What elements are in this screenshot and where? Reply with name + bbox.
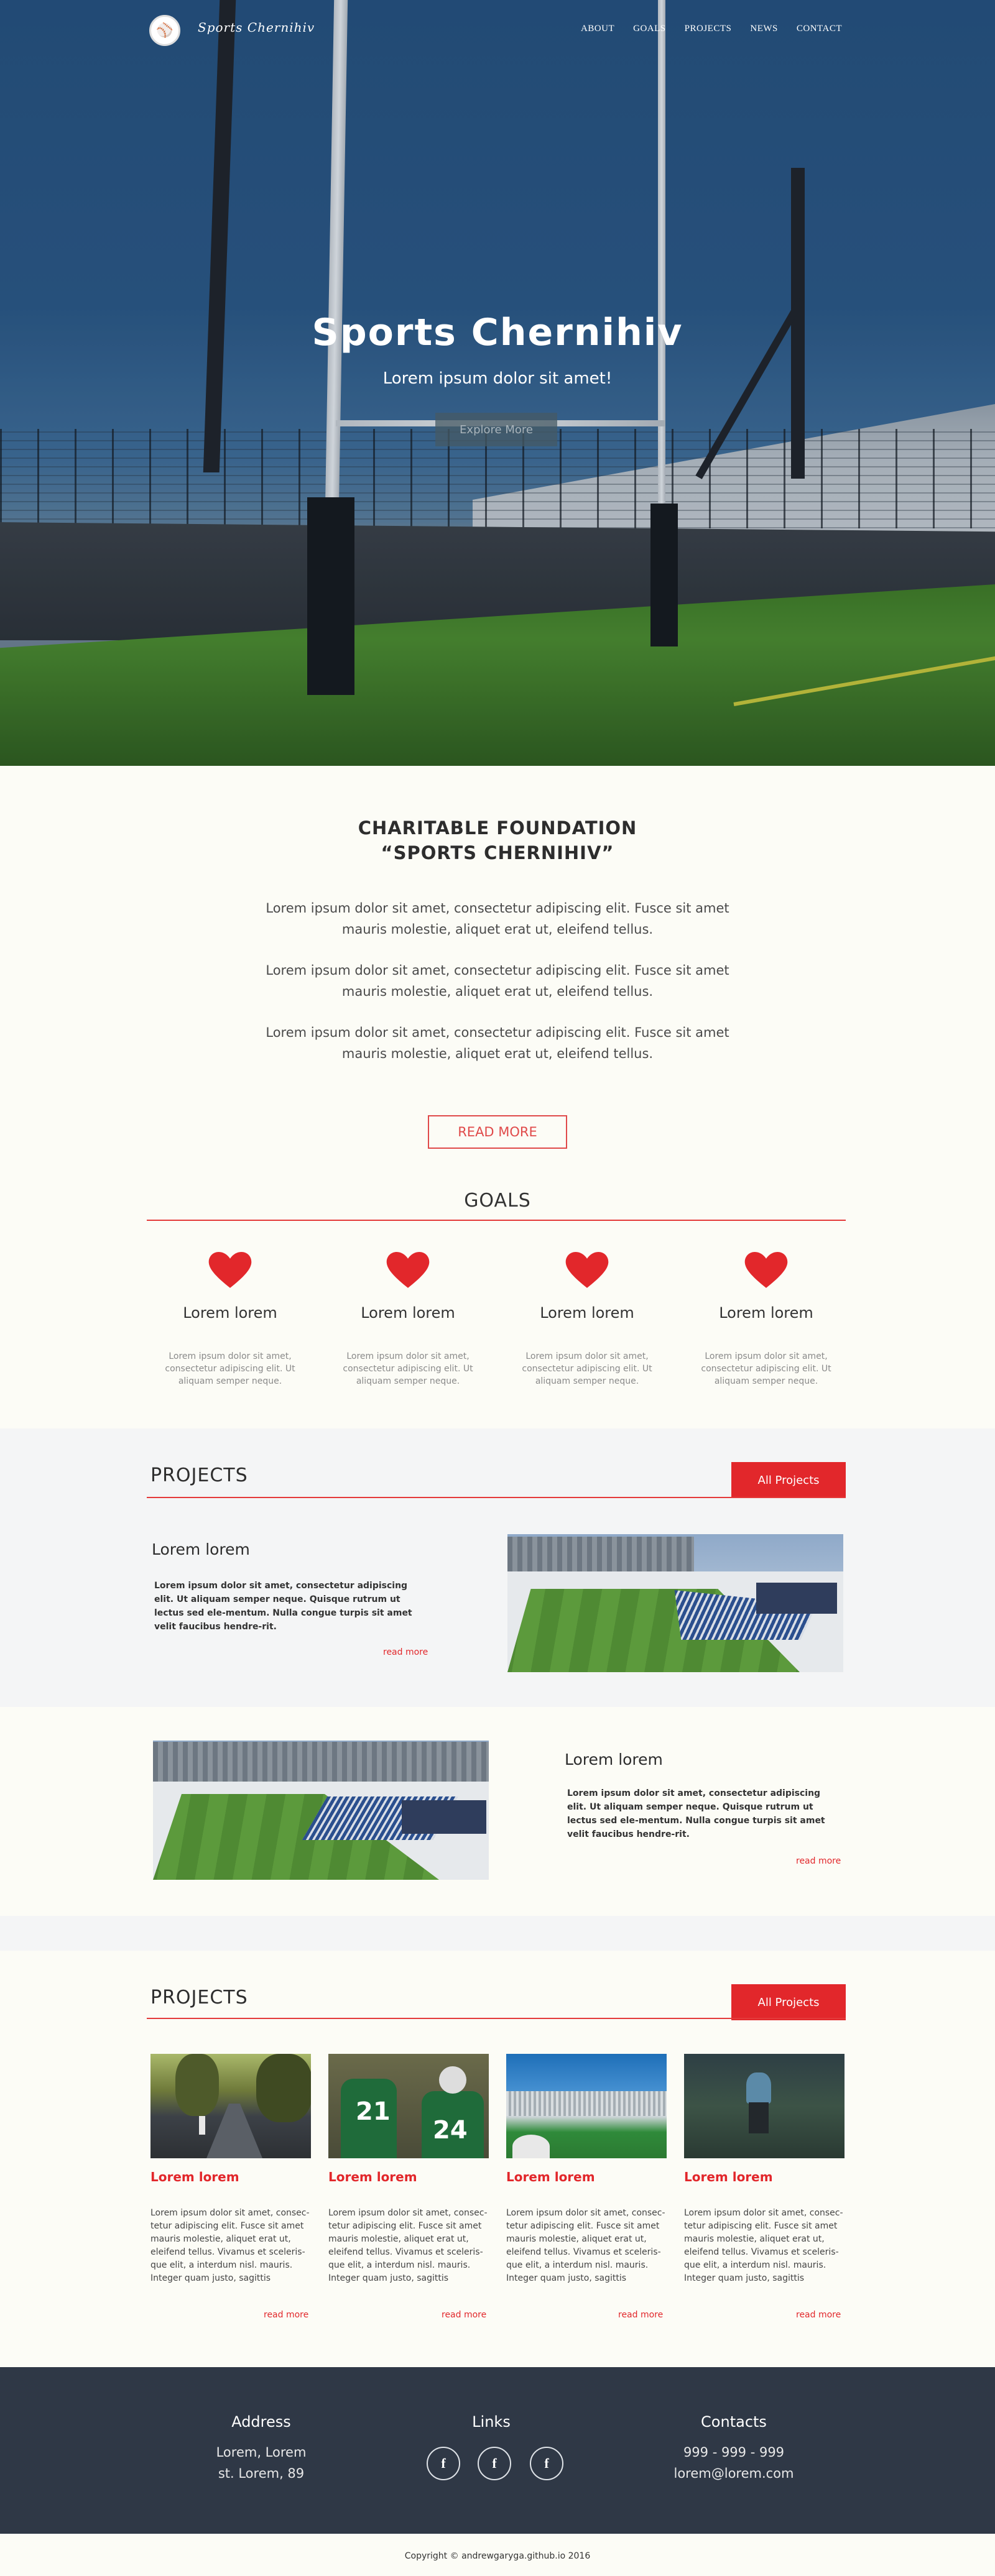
facebook-icon[interactable]: f	[530, 2447, 563, 2480]
project-title: Lorem lorem	[152, 1540, 250, 1558]
goal-item: Lorem lorem Lorem ipsum dolor sit amet, …	[684, 1252, 848, 1387]
project-card-title[interactable]: Lorem lorem	[150, 2169, 239, 2184]
goal-item: Lorem lorem Lorem ipsum dolor sit amet, …	[505, 1252, 669, 1387]
projects-section-band	[0, 1916, 995, 1951]
project-card-text: Lorem ipsum dolor sit amet, consec-tetur…	[506, 2208, 665, 2283]
navbar: ⚾ Sports Chernihiv ABOUT GOALS PROJECTS …	[0, 0, 995, 60]
brand-name[interactable]: Sports Chernihiv	[198, 20, 315, 35]
nav-link-projects[interactable]: PROJECTS	[685, 24, 732, 34]
facebook-icon[interactable]: f	[427, 2447, 460, 2480]
project-card-image	[506, 2054, 667, 2158]
read-more-link[interactable]: read more	[796, 1856, 841, 1866]
explore-more-button[interactable]: Explore More	[435, 413, 557, 446]
footer-links: Links	[398, 2413, 585, 2431]
logo-icon[interactable]: ⚾	[149, 15, 180, 46]
goal-title: Lorem lorem	[719, 1304, 813, 1322]
goal-text: Lorem ipsum dolor sit amet, consectetur …	[343, 1351, 473, 1386]
heart-icon	[208, 1252, 252, 1288]
footer-address-line: st. Lorem, 89	[218, 2466, 305, 2481]
nav-link-goals[interactable]: GOALS	[633, 24, 666, 34]
hero-title: Sports Chernihiv	[312, 311, 683, 354]
goal-title: Lorem lorem	[361, 1304, 455, 1322]
footer: Address Lorem, Lorem st. Lorem, 89 Links…	[0, 2367, 995, 2534]
projects-title: PROJECTS	[150, 1987, 248, 2008]
goal-title: Lorem lorem	[540, 1304, 634, 1322]
goal-item: Lorem lorem Lorem ipsum dolor sit amet, …	[326, 1252, 490, 1387]
hero-subtitle: Lorem ipsum dolor sit amet!	[382, 369, 613, 388]
about-title: CHARITABLE FOUNDATION “SPORTS CHERNIHIV”	[358, 817, 637, 863]
project-text: Lorem ipsum dolor sit amet, consectetur …	[567, 1788, 825, 1839]
projects-title: PROJECTS	[150, 1465, 248, 1486]
all-projects-button[interactable]: All Projects	[731, 1462, 846, 1498]
projects-divider	[147, 1497, 846, 1498]
project-card-text: Lorem ipsum dolor sit amet, consec-tetur…	[328, 2208, 488, 2283]
footer-links-title: Links	[472, 2413, 511, 2431]
footer-address-title: Address	[231, 2413, 291, 2431]
project-card-text: Lorem ipsum dolor sit amet, consec-tetur…	[684, 2208, 843, 2283]
read-more-button[interactable]: READ MORE	[428, 1115, 567, 1149]
footer-contacts: Contacts 999 - 999 - 999 lorem@lorem.com	[641, 2413, 827, 2484]
footer-contacts-title: Contacts	[701, 2413, 767, 2431]
footer-address: Address Lorem, Lorem st. Lorem, 89	[168, 2413, 354, 2484]
copyright: Copyright © andrewgaryga.github.io 2016	[404, 2551, 591, 2561]
projects-section-band	[0, 1707, 995, 1916]
heart-icon	[565, 1252, 609, 1288]
footer-phone[interactable]: 999 - 999 - 999	[641, 2442, 827, 2463]
footer-email[interactable]: lorem@lorem.com	[641, 2463, 827, 2484]
nav-links: ABOUT GOALS PROJECTS NEWS CONTACT	[581, 24, 842, 34]
about-paragraph: Lorem ipsum dolor sit amet, consectetur …	[266, 963, 729, 999]
goal-text: Lorem ipsum dolor sit amet, consectetur …	[522, 1351, 652, 1386]
project-title: Lorem lorem	[565, 1750, 663, 1769]
project-card-title[interactable]: Lorem lorem	[328, 2169, 417, 2184]
facebook-icon[interactable]: f	[478, 2447, 511, 2480]
goal-text: Lorem ipsum dolor sit amet, consectetur …	[701, 1351, 831, 1386]
heart-icon	[386, 1252, 430, 1288]
all-projects-button[interactable]: All Projects	[731, 1984, 846, 2020]
read-more-link[interactable]: read more	[618, 2310, 663, 2320]
read-more-link[interactable]: read more	[264, 2310, 308, 2320]
goal-item: Lorem lorem Lorem ipsum dolor sit amet, …	[148, 1252, 312, 1387]
project-text: Lorem ipsum dolor sit amet, consectetur …	[154, 1581, 412, 1632]
project-card-image	[150, 2054, 311, 2158]
project-card-title[interactable]: Lorem lorem	[684, 2169, 773, 2184]
footer-address-line: Lorem, Lorem	[216, 2445, 307, 2460]
hero-section: ⚾ Sports Chernihiv ABOUT GOALS PROJECTS …	[0, 0, 995, 766]
projects-divider	[147, 2018, 846, 2019]
goals-divider	[147, 1220, 846, 1221]
about-paragraph: Lorem ipsum dolor sit amet, consectetur …	[266, 1025, 729, 1061]
nav-link-news[interactable]: NEWS	[750, 24, 778, 34]
about-paragraph: Lorem ipsum dolor sit amet, consectetur …	[266, 901, 729, 937]
project-card-image	[684, 2054, 845, 2158]
stadium-photo	[507, 1534, 843, 1672]
read-more-link[interactable]: read more	[796, 2310, 841, 2320]
project-card-text: Lorem ipsum dolor sit amet, consec-tetur…	[150, 2208, 310, 2283]
heart-icon	[744, 1252, 788, 1288]
read-more-link[interactable]: read more	[442, 2310, 486, 2320]
project-card-image: 21 24	[328, 2054, 489, 2158]
read-more-link[interactable]: read more	[383, 1647, 428, 1657]
nav-link-about[interactable]: ABOUT	[581, 24, 614, 34]
project-card-title[interactable]: Lorem lorem	[506, 2169, 595, 2184]
goal-title: Lorem lorem	[183, 1304, 277, 1322]
stadium-photo	[153, 1741, 489, 1880]
projects-section-band	[0, 1428, 995, 1707]
goal-text: Lorem ipsum dolor sit amet, consectetur …	[165, 1351, 295, 1386]
goals-title: GOALS	[464, 1190, 531, 1212]
nav-link-contact[interactable]: CONTACT	[797, 24, 842, 34]
